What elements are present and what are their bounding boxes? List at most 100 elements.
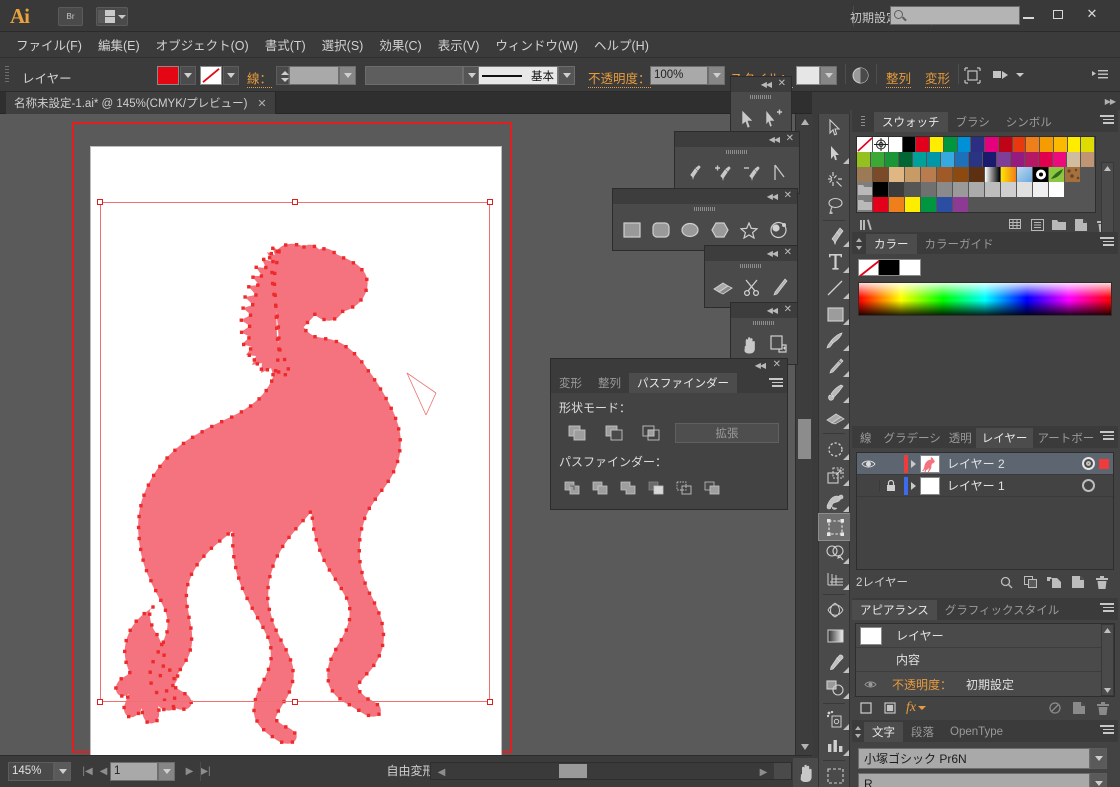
tab-symbols[interactable]: シンボル bbox=[997, 112, 1060, 132]
make-clipping-mask-icon[interactable] bbox=[1018, 576, 1042, 588]
collapse-icon[interactable]: ◀◀ bbox=[769, 135, 780, 144]
resize-handle-nw[interactable] bbox=[97, 199, 103, 205]
swatch[interactable] bbox=[889, 167, 905, 182]
palette-title-bar[interactable]: ◀◀ ✕ bbox=[731, 303, 797, 318]
swatch-gradient-cool[interactable] bbox=[1017, 167, 1033, 182]
swatch[interactable] bbox=[885, 152, 899, 167]
swatch[interactable] bbox=[916, 137, 931, 152]
shape-builder-tool[interactable] bbox=[819, 540, 851, 566]
swatch[interactable] bbox=[953, 182, 969, 197]
magic-wand-tool[interactable] bbox=[819, 166, 851, 192]
free-transform-tool[interactable] bbox=[818, 513, 852, 541]
expand-layer-icon[interactable] bbox=[911, 481, 916, 490]
resize-corner[interactable] bbox=[774, 763, 791, 779]
swatch[interactable] bbox=[899, 152, 913, 167]
font-family-input[interactable] bbox=[858, 748, 1090, 769]
swatch[interactable] bbox=[1049, 182, 1065, 197]
fill-dropdown[interactable] bbox=[180, 66, 196, 85]
panel-grip[interactable] bbox=[852, 234, 866, 254]
pathfinder-panel[interactable]: ◀◀ ✕ 変形 整列 パスファインダー 形状モード： 拡張 パスファインダー： bbox=[550, 358, 788, 510]
expand-layer-icon[interactable] bbox=[911, 459, 916, 468]
tab-graphic-styles[interactable]: グラフィックスタイル bbox=[936, 600, 1068, 620]
list-item[interactable]: 内容 bbox=[856, 648, 1114, 672]
panel-menu-icon[interactable] bbox=[1100, 725, 1114, 737]
delete-layer-icon[interactable] bbox=[1090, 575, 1114, 589]
divide-button[interactable] bbox=[559, 477, 587, 501]
swatch[interactable] bbox=[953, 197, 969, 212]
close-icon[interactable]: ✕ bbox=[784, 190, 792, 201]
graphic-style-swatch[interactable] bbox=[796, 66, 820, 85]
swatches-panel[interactable]: スウォッチ ブラシ シンボル bbox=[852, 110, 1118, 246]
swatch[interactable] bbox=[873, 197, 889, 212]
list-item[interactable]: 不透明度： 初期設定 bbox=[856, 672, 1114, 696]
tools-panel[interactable] bbox=[818, 114, 852, 787]
swatch[interactable] bbox=[943, 137, 958, 152]
panel-menu-icon[interactable] bbox=[1100, 237, 1114, 249]
font-family-dropdown[interactable] bbox=[1090, 748, 1107, 769]
scroll-up-arrow[interactable] bbox=[796, 114, 813, 130]
swatch[interactable] bbox=[889, 182, 905, 197]
add-anchor-point-tool[interactable] bbox=[708, 159, 737, 187]
tab-pathfinder[interactable]: パスファインダー bbox=[629, 373, 737, 393]
swatch-none[interactable] bbox=[857, 137, 873, 152]
graphic-style-dropdown[interactable] bbox=[820, 66, 837, 85]
swatch[interactable] bbox=[985, 182, 1001, 197]
swatch[interactable] bbox=[1001, 182, 1017, 197]
swatch[interactable] bbox=[857, 167, 873, 182]
font-style-dropdown[interactable] bbox=[1090, 773, 1107, 787]
print-tiling-tool[interactable] bbox=[764, 330, 793, 358]
palette-title-bar[interactable]: ◀◀ ✕ bbox=[705, 246, 797, 261]
arrange-documents-button[interactable] bbox=[96, 7, 128, 26]
selection-tools-palette[interactable]: ◀◀ ✕ bbox=[730, 76, 792, 139]
swatch[interactable] bbox=[955, 152, 969, 167]
brush-definition-field[interactable]: 基本 bbox=[478, 66, 558, 85]
swatch-grid[interactable] bbox=[856, 136, 1096, 213]
swatch-pattern-dots[interactable] bbox=[1033, 167, 1049, 182]
tab-color[interactable]: カラー bbox=[866, 234, 917, 254]
appearance-scrollbar[interactable] bbox=[1101, 624, 1114, 696]
document-tab[interactable]: 名称未設定-1.ai* @ 145%(CMYK/プレビュー) ✕ bbox=[6, 92, 276, 114]
palette-grip[interactable] bbox=[613, 204, 797, 214]
crop-button[interactable] bbox=[643, 477, 671, 501]
scale-tool[interactable] bbox=[819, 462, 851, 488]
tab-transform[interactable]: 変形 bbox=[551, 373, 590, 393]
swatch[interactable] bbox=[913, 152, 927, 167]
layer-target-indicator[interactable] bbox=[1082, 457, 1095, 470]
add-new-stroke-icon[interactable] bbox=[855, 702, 877, 714]
gradient-tool[interactable] bbox=[819, 623, 851, 649]
blend-tool[interactable] bbox=[819, 675, 851, 701]
none-color-swatch[interactable] bbox=[858, 259, 880, 277]
close-icon[interactable]: ✕ bbox=[773, 359, 781, 370]
character-panel[interactable]: 文字 段落 OpenType bbox=[852, 720, 1118, 787]
opacity-field[interactable]: 100% bbox=[650, 66, 708, 85]
control-panel-menu-icon[interactable] bbox=[1092, 68, 1108, 81]
swatch[interactable] bbox=[873, 167, 889, 182]
swatch[interactable] bbox=[998, 137, 1013, 152]
swatch[interactable] bbox=[1067, 137, 1082, 152]
palette-title-bar[interactable]: ◀◀ ✕ bbox=[675, 132, 799, 147]
pen-tools-palette[interactable]: ◀◀ ✕ bbox=[674, 131, 800, 194]
menu-edit[interactable]: 編集(E) bbox=[90, 32, 148, 57]
swatch[interactable] bbox=[985, 137, 999, 152]
intersect-button[interactable] bbox=[633, 421, 670, 445]
panel-menu-icon[interactable] bbox=[1100, 115, 1114, 127]
swatch[interactable] bbox=[905, 197, 921, 212]
panel-menu-icon[interactable] bbox=[1100, 603, 1114, 615]
palette-title-bar[interactable]: ◀◀ ✕ bbox=[613, 189, 797, 204]
swatch[interactable] bbox=[1011, 152, 1025, 167]
swatch[interactable] bbox=[889, 197, 905, 212]
expand-panels-icon[interactable]: ▶▶ bbox=[1105, 97, 1116, 106]
font-style-input[interactable] bbox=[858, 773, 1090, 787]
tab-transparency[interactable]: 透明 bbox=[944, 428, 976, 448]
color-panel[interactable]: カラー カラーガイド bbox=[852, 232, 1118, 324]
menu-object[interactable]: オブジェクト(O) bbox=[148, 32, 257, 57]
swatch[interactable] bbox=[1081, 137, 1096, 152]
tab-gradient[interactable]: グラデーシ bbox=[879, 428, 945, 448]
paintbrush-tool[interactable] bbox=[819, 327, 851, 353]
dock-collapse-bar[interactable]: ▶▶ bbox=[850, 96, 1120, 110]
swatch[interactable] bbox=[1026, 137, 1041, 152]
swatch[interactable] bbox=[1039, 152, 1053, 167]
pathfinder-title-bar[interactable]: ◀◀ ✕ bbox=[551, 359, 787, 373]
swatch[interactable] bbox=[983, 152, 997, 167]
appearance-panel[interactable]: アピアランス グラフィックスタイル レイヤー 内容 不透明度： 初期設定 fx bbox=[852, 598, 1118, 724]
